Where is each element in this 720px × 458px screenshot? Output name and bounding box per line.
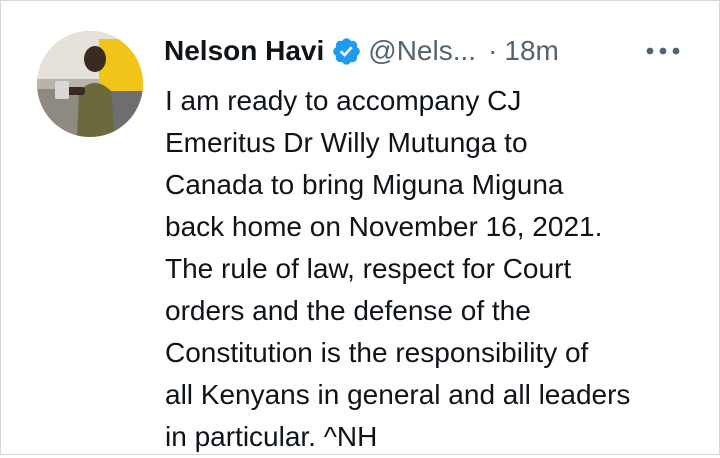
author-handle[interactable]: @Nels... (368, 35, 476, 67)
header-separator: · (488, 35, 498, 66)
author-avatar[interactable] (37, 31, 143, 137)
tweet-header: Nelson Havi @Nels... · 18m (164, 29, 559, 73)
tweet-text: I am ready to accompany CJ Emeritus Dr W… (165, 85, 631, 452)
more-options-button[interactable] (641, 39, 685, 63)
avatar-photo-icon (37, 31, 143, 137)
more-horizontal-icon (646, 47, 680, 55)
tweet-timestamp[interactable]: 18m (504, 35, 558, 67)
verified-badge-icon (331, 36, 362, 67)
tweet-card[interactable]: Nelson Havi @Nels... · 18m I am ready to… (0, 0, 720, 455)
author-name[interactable]: Nelson Havi (164, 35, 324, 67)
